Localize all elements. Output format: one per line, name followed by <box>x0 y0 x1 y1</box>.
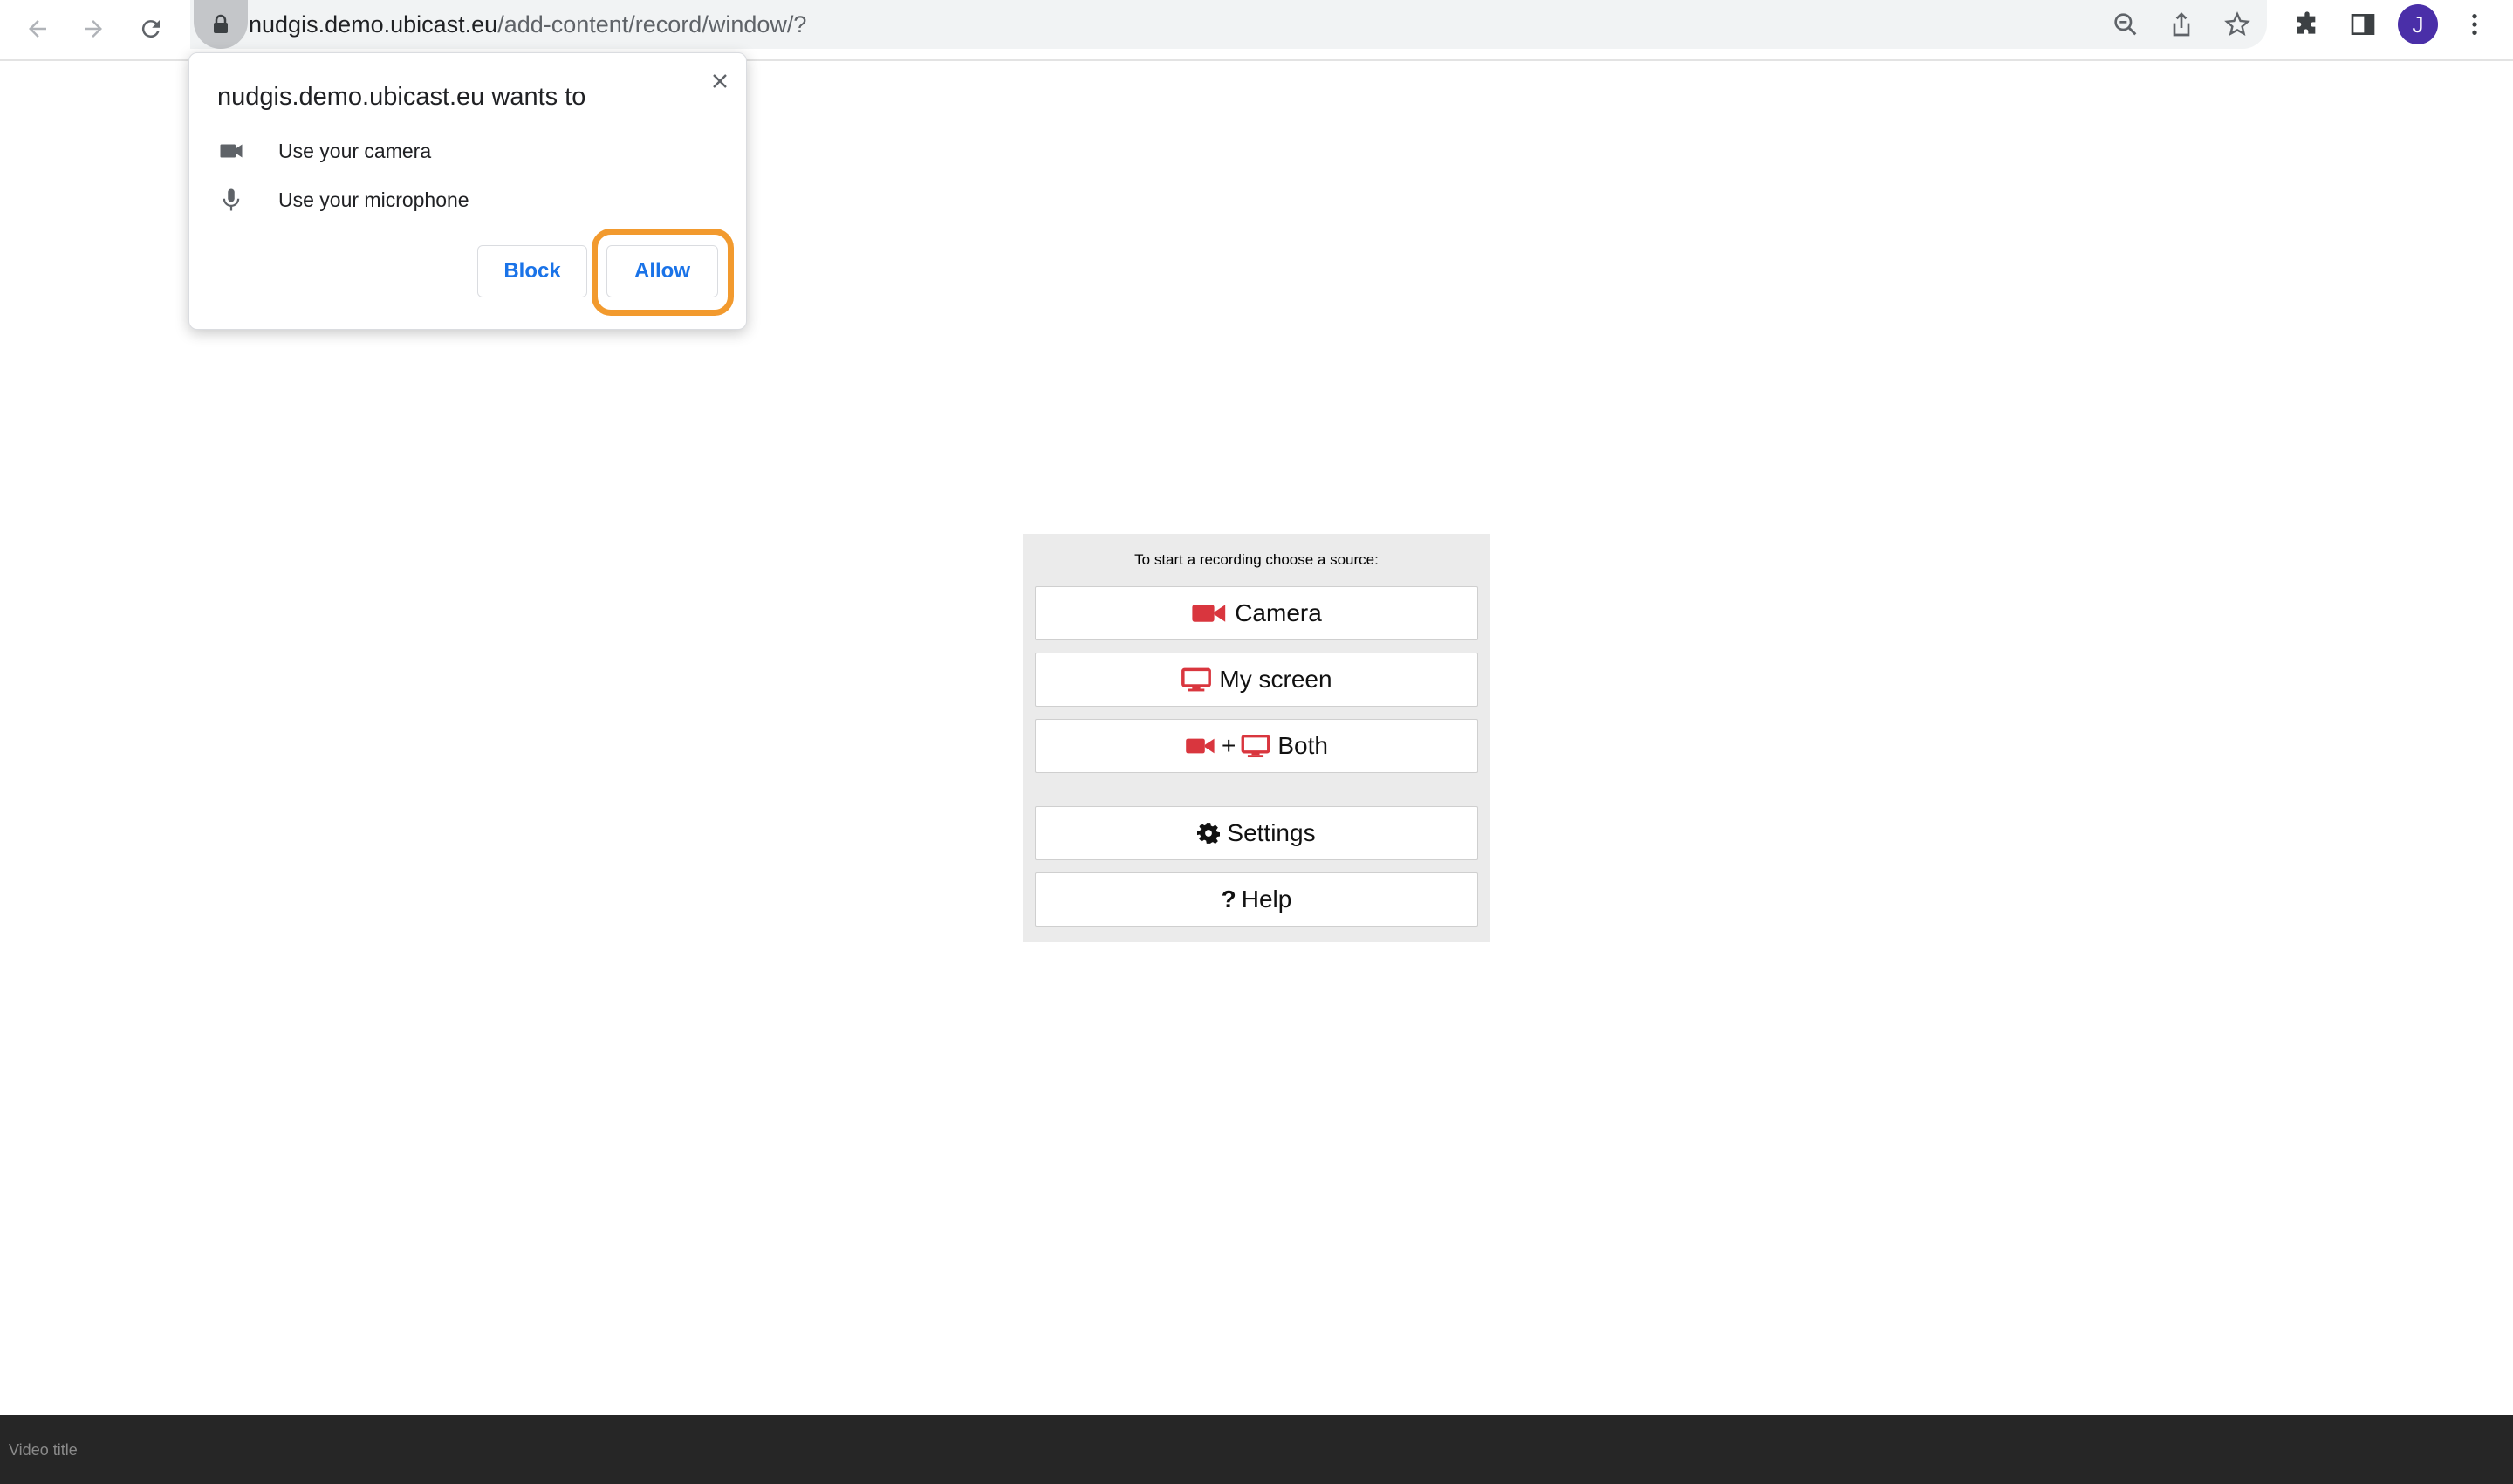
camera-button-label: Camera <box>1235 599 1322 626</box>
side-panel-button[interactable] <box>2342 3 2384 45</box>
footer-bar: Video title <box>0 1415 2513 1484</box>
allow-highlight-ring <box>592 229 734 316</box>
lock-icon <box>214 14 228 33</box>
back-icon <box>29 20 46 38</box>
side-panel-icon <box>2351 14 2375 35</box>
share-button[interactable] <box>2160 3 2202 45</box>
forward-icon <box>85 20 102 38</box>
browser-menu-button[interactable] <box>2454 3 2496 45</box>
url-host: nudgis.demo.ubicast.eu <box>249 11 498 38</box>
permission-item-microphone: Use your microphone <box>216 182 469 217</box>
back-button[interactable] <box>16 7 59 51</box>
camera-button[interactable]: Camera <box>1035 586 1478 640</box>
plus-sign: + <box>1222 732 1236 759</box>
question-icon: ? <box>1221 886 1236 913</box>
extensions-icon <box>2297 11 2316 34</box>
permission-camera-label: Use your camera <box>278 139 432 162</box>
monitor-icon <box>1181 667 1212 692</box>
camera-icon <box>1192 605 1226 622</box>
menu-icon <box>2472 14 2477 35</box>
extensions-button[interactable] <box>2286 3 2328 45</box>
gear-icon <box>1197 823 1221 845</box>
block-button[interactable]: Block <box>477 245 587 297</box>
both-button-label: Both <box>1277 732 1328 759</box>
video-title-field[interactable]: Video title <box>9 1441 78 1460</box>
profile-avatar[interactable]: J <box>2398 4 2438 44</box>
both-button[interactable]: + Both <box>1035 719 1478 773</box>
my-screen-button[interactable]: My screen <box>1035 653 1478 707</box>
reload-icon <box>141 20 160 38</box>
star-icon <box>2224 11 2250 37</box>
source-hint: To start a recording choose a source: <box>1134 551 1379 568</box>
bookmark-button[interactable] <box>2216 3 2258 45</box>
my-screen-button-label: My screen <box>1219 666 1332 693</box>
help-button-label: Help <box>1241 886 1292 913</box>
reload-button[interactable] <box>129 7 173 51</box>
camera-icon <box>1186 738 1215 754</box>
recorder-panel: To start a recording choose a source: Ca… <box>1023 534 1490 942</box>
zoom-out-icon <box>2114 13 2137 36</box>
help-button[interactable]: ? Help <box>1035 872 1478 927</box>
close-button[interactable] <box>704 65 736 97</box>
monitor-icon <box>1241 734 1270 758</box>
url-text[interactable]: nudgis.demo.ubicast.eu/add-content/recor… <box>249 7 806 42</box>
close-icon <box>713 74 727 88</box>
zoom-button[interactable] <box>2105 3 2147 45</box>
forward-button[interactable] <box>72 7 115 51</box>
permission-title: nudgis.demo.ubicast.eu wants to <box>217 83 586 111</box>
settings-button-label: Settings <box>1227 819 1316 846</box>
settings-button[interactable]: Settings <box>1035 806 1478 860</box>
microphone-icon <box>223 188 240 211</box>
permission-item-camera: Use your camera <box>216 133 431 168</box>
camera-icon <box>220 144 243 158</box>
share-icon <box>2173 12 2190 37</box>
url-path: /add-content/record/window/? <box>497 11 807 38</box>
permission-microphone-label: Use your microphone <box>278 188 469 211</box>
